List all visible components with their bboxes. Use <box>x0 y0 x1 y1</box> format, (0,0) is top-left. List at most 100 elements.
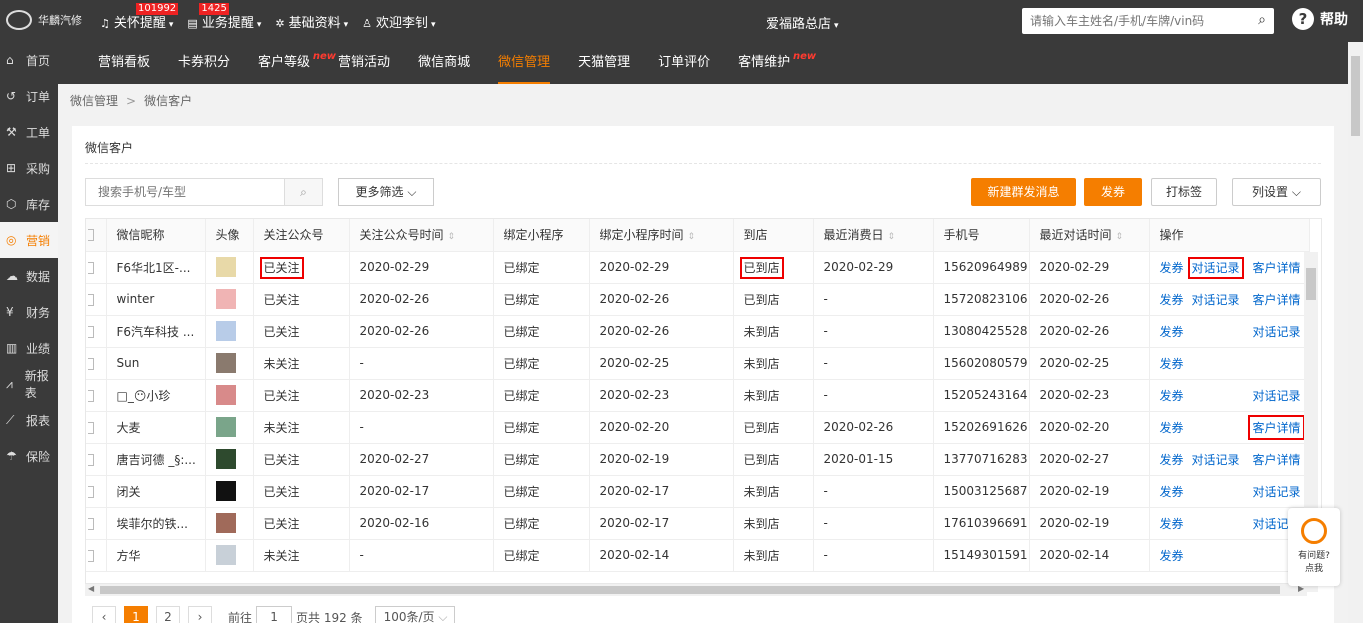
column-header[interactable]: 最近对话时间 ⇕ <box>1029 219 1150 252</box>
sidebar-item-5[interactable]: ◎ 营销 <box>0 222 58 258</box>
more-filters-button[interactable]: 更多筛选 ⌵ <box>338 178 434 206</box>
global-search-input[interactable] <box>1030 9 1250 33</box>
row-checkbox[interactable] <box>86 539 107 572</box>
page-1-button[interactable]: 1 <box>124 606 148 623</box>
global-search[interactable]: ⌕ <box>1022 8 1274 34</box>
sort-icon[interactable]: ⇕ <box>688 232 696 242</box>
top-nav-item-0[interactable]: ♫ 关怀提醒 ▾ 101992 <box>100 3 179 31</box>
row-checkbox[interactable] <box>86 379 107 412</box>
goto-page-input[interactable]: 1 <box>256 606 293 623</box>
send-coupon-link[interactable]: 发券 <box>1160 389 1184 403</box>
history-icon: ↺ <box>6 89 17 103</box>
chat-record-link[interactable]: 对话记录 <box>1252 323 1300 340</box>
send-coupon-link[interactable]: 发券 <box>1160 517 1184 531</box>
send-coupon-link[interactable]: 发券 <box>1160 421 1184 435</box>
sidebar-item-10[interactable]: ⟋ 报表 <box>0 402 58 438</box>
subnav-tab-6[interactable]: 天猫管理 <box>578 42 630 84</box>
send-coupon-link[interactable]: 发券 <box>1160 325 1184 339</box>
breadcrumb-parent[interactable]: 微信管理 <box>70 94 118 108</box>
table-horizontal-scroll-thumb[interactable] <box>100 586 1280 594</box>
prev-page-button[interactable]: ‹ <box>92 606 116 623</box>
sidebar-item-2[interactable]: ⚒ 工单 <box>0 114 58 150</box>
select-all-checkbox[interactable] <box>86 219 107 252</box>
column-header[interactable]: 绑定小程序时间 ⇕ <box>589 219 734 252</box>
subnav-tab-1[interactable]: 卡券积分 <box>178 42 230 84</box>
tag-button[interactable]: 打标签 <box>1151 178 1217 206</box>
row-checkbox[interactable] <box>86 507 107 540</box>
customer-detail-link[interactable]: 客户详情 <box>1248 414 1305 440</box>
chat-record-link[interactable]: 对话记录 <box>1252 387 1300 404</box>
sort-icon[interactable]: ⇕ <box>888 232 896 242</box>
keyword-search-input[interactable] <box>86 179 284 205</box>
sidebar-item-1[interactable]: ↺ 订单 <box>0 78 58 114</box>
sort-icon[interactable]: ⇕ <box>448 232 456 242</box>
customer-detail-link[interactable]: 客户详情 <box>1252 291 1300 308</box>
bind-time-cell: 2020-02-17 <box>589 507 734 540</box>
sidebar-item-9[interactable]: ⩘ 新报表 <box>0 366 58 402</box>
row-checkbox[interactable] <box>86 411 107 444</box>
send-coupon-link[interactable]: 发券 <box>1160 453 1184 467</box>
search-icon[interactable]: ⌕ <box>284 179 322 205</box>
row-checkbox[interactable] <box>86 443 107 476</box>
follow-status-cell: 已关注 <box>253 283 350 316</box>
subnav-tab-2[interactable]: 客户等级 new <box>258 42 336 84</box>
follow-status-cell: 已关注 <box>253 443 350 476</box>
avatar-cell <box>205 347 254 380</box>
subnav-tab-0[interactable]: 营销看板 <box>98 42 150 84</box>
chat-record-link[interactable]: 对话记录 <box>1192 293 1240 307</box>
umbrella-icon: ☂ <box>6 449 17 463</box>
top-nav-item-2[interactable]: ✲ 基础资料 ▾ <box>275 12 348 31</box>
subnav-tab-3[interactable]: 营销活动 <box>338 42 390 84</box>
top-nav-item-1[interactable]: ▤ 业务提醒 ▾ 1425 <box>187 3 261 31</box>
row-checkbox[interactable] <box>86 251 107 284</box>
column-settings-button[interactable]: 列设置 ⌵ <box>1232 178 1321 206</box>
subnav-tab-5[interactable]: 微信管理 <box>498 42 551 84</box>
scroll-left-icon[interactable]: ◀ <box>88 584 94 593</box>
chat-record-link[interactable]: 对话记录 <box>1252 483 1300 500</box>
sidebar-item-7[interactable]: ¥ 财务 <box>0 294 58 330</box>
sidebar-item-label: 工单 <box>26 125 51 140</box>
new-broadcast-button[interactable]: 新建群发消息 <box>971 178 1076 206</box>
next-page-button[interactable]: › <box>188 606 212 623</box>
column-header[interactable]: 最近消费日 ⇕ <box>813 219 934 252</box>
subnav-tab-4[interactable]: 微信商城 <box>418 42 470 84</box>
page-2-button[interactable]: 2 <box>156 606 180 623</box>
search-icon[interactable]: ⌕ <box>1258 12 1266 28</box>
phone-cell: 15003125687 <box>933 475 1030 508</box>
help-button[interactable]: ? 帮助 <box>1292 8 1348 30</box>
sidebar-item-0[interactable]: ⌂ 首页 <box>0 42 58 78</box>
customer-detail-link[interactable]: 客户详情 <box>1252 259 1300 276</box>
sidebar-item-6[interactable]: ☁ 数据 <box>0 258 58 294</box>
page-size-select[interactable]: 100条/页 ⌵ <box>374 606 455 623</box>
subnav-tab-8[interactable]: 客情维护 new <box>738 42 816 84</box>
sidebar-item-4[interactable]: ⬡ 库存 <box>0 186 58 222</box>
checkbox-icon <box>88 517 94 530</box>
subnav-tab-7[interactable]: 订单评价 <box>658 42 710 84</box>
column-header[interactable]: 关注公众号时间 ⇕ <box>349 219 494 252</box>
row-checkbox[interactable] <box>86 315 107 348</box>
send-coupon-link[interactable]: 发券 <box>1160 549 1184 563</box>
send-coupon-link[interactable]: 发券 <box>1160 357 1184 371</box>
chat-record-link[interactable]: 对话记录 <box>1192 453 1240 467</box>
keyword-search[interactable]: ⌕ <box>85 178 323 206</box>
sidebar-item-8[interactable]: ▥ 业绩 <box>0 330 58 366</box>
send-coupon-link[interactable]: 发券 <box>1160 485 1184 499</box>
send-coupon-link[interactable]: 发券 <box>1160 293 1184 307</box>
send-coupon-button[interactable]: 发券 <box>1084 178 1142 206</box>
page-scroll-thumb[interactable] <box>1351 56 1360 136</box>
table-vertical-scroll-thumb[interactable] <box>1306 268 1316 300</box>
help-float-button[interactable]: 有问题? 点我 <box>1288 508 1340 586</box>
sidebar-item-11[interactable]: ☂ 保险 <box>0 438 58 474</box>
subnav-tab-label: 营销看板 <box>98 55 151 70</box>
sort-icon[interactable]: ⇕ <box>1116 232 1124 242</box>
row-checkbox[interactable] <box>86 347 107 380</box>
store-selector[interactable]: 爱福路总店 ▾ <box>766 13 839 32</box>
logo[interactable]: 华麟汽修 <box>6 10 82 30</box>
sidebar-item-3[interactable]: ⊞ 采购 <box>0 150 58 186</box>
row-checkbox[interactable] <box>86 475 107 508</box>
customer-detail-link[interactable]: 客户详情 <box>1252 451 1300 468</box>
row-checkbox[interactable] <box>86 283 107 316</box>
send-coupon-link[interactable]: 发券 <box>1160 261 1184 275</box>
chat-record-link[interactable]: 对话记录 <box>1187 256 1244 279</box>
top-nav-item-3[interactable]: ♙ 欢迎李钊 ▾ <box>362 12 435 31</box>
